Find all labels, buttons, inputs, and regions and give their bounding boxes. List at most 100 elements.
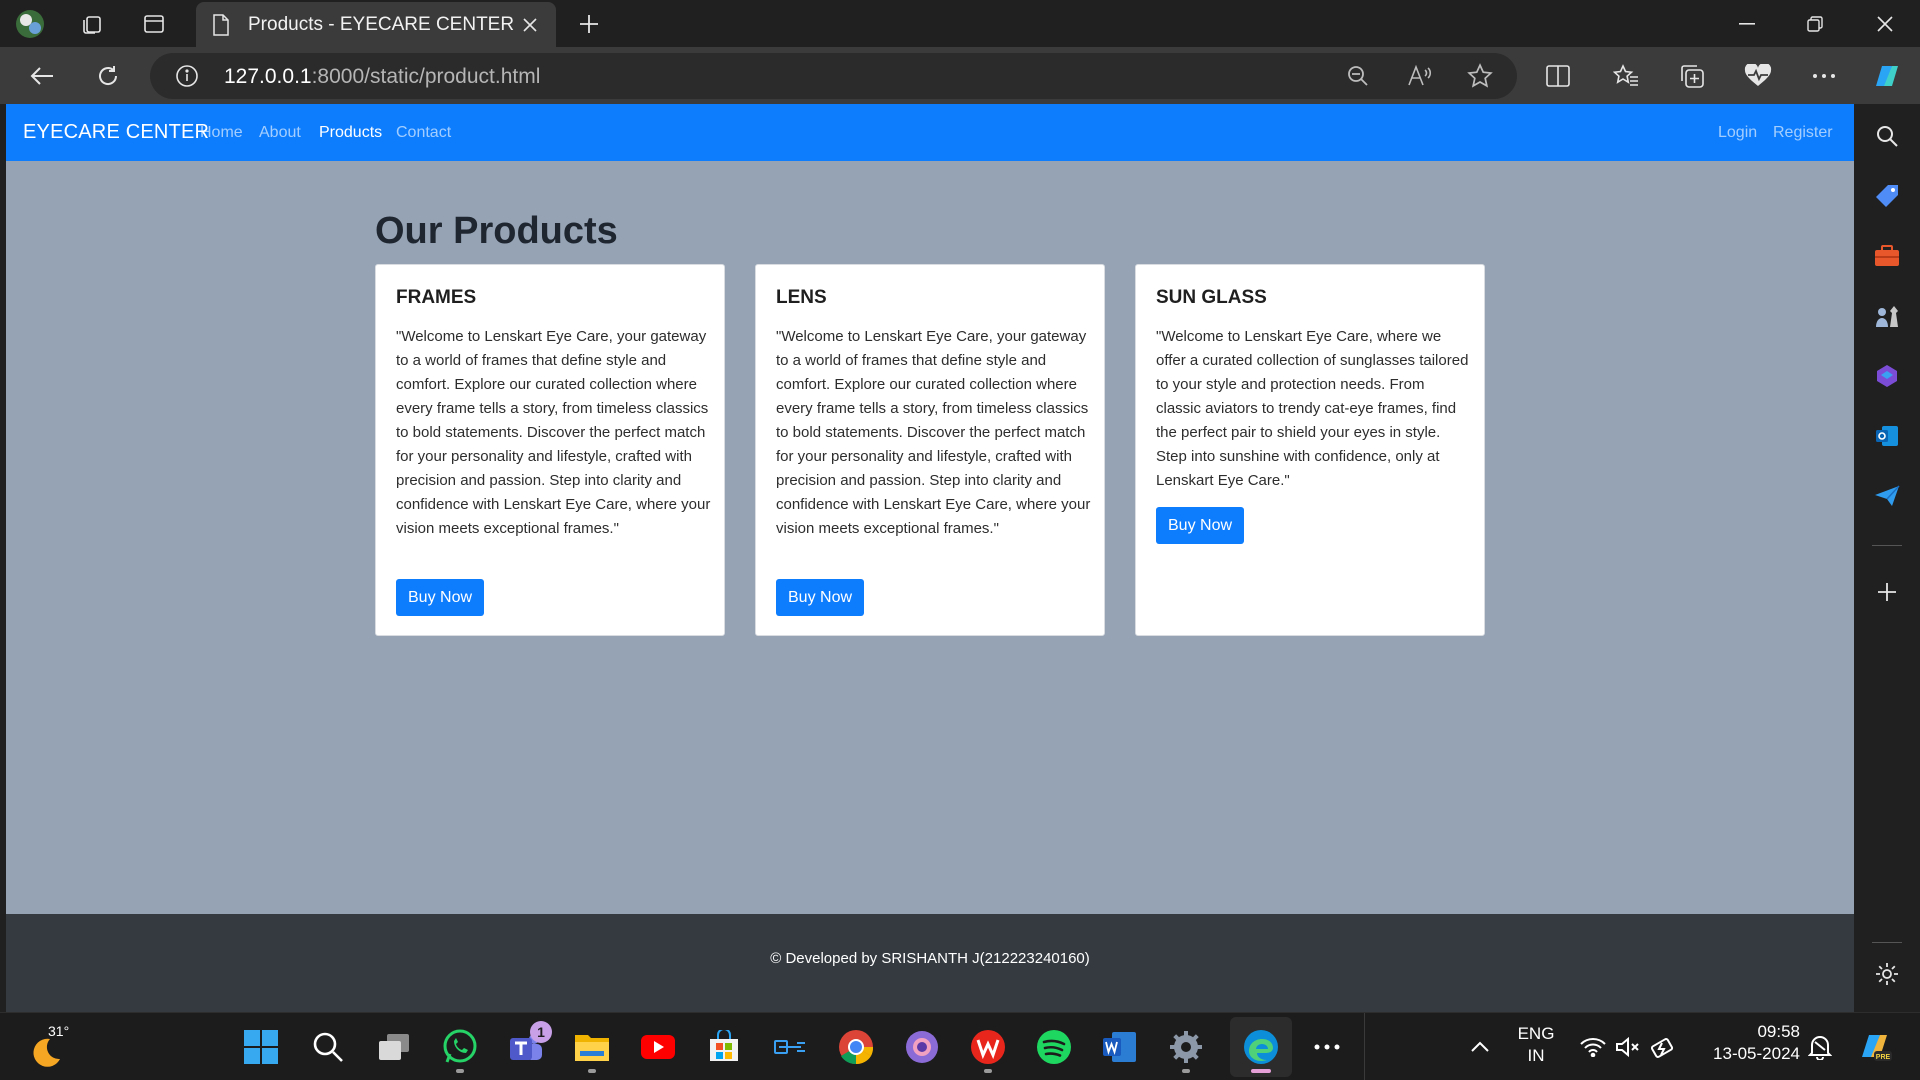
page-viewport: EYECARE CENTER Home About Products Conta… bbox=[6, 104, 1854, 1012]
battery-charging-icon[interactable] bbox=[1644, 1027, 1684, 1067]
sidebar-settings-icon[interactable] bbox=[1869, 956, 1905, 992]
copilot-icon[interactable] bbox=[1868, 58, 1904, 94]
svg-text:PRE: PRE bbox=[1876, 1054, 1891, 1061]
card-text: "Welcome to Lenskart Eye Care, where we … bbox=[1156, 328, 1469, 489]
add-sidebar-app-icon[interactable] bbox=[1869, 574, 1905, 610]
page-title: Our Products bbox=[375, 210, 618, 252]
favorites-icon[interactable] bbox=[1608, 58, 1644, 94]
power-automate-icon[interactable] bbox=[770, 1027, 810, 1067]
sidebar-divider bbox=[1872, 545, 1902, 546]
task-view-icon[interactable] bbox=[374, 1027, 414, 1067]
microsoft-365-icon[interactable] bbox=[1869, 358, 1905, 394]
profile-avatar-icon[interactable] bbox=[14, 8, 46, 40]
vpn-browser-icon[interactable] bbox=[902, 1027, 942, 1067]
product-card-lens: LENS "Welcome to Lenskart Eye Care, your… bbox=[755, 264, 1105, 636]
product-card-frames: FRAMES "Welcome to Lenskart Eye Care, yo… bbox=[375, 264, 725, 636]
address-bar[interactable]: 127.0.0.1:8000/static/product.html bbox=[150, 53, 1517, 99]
taskbar-separator bbox=[1364, 1013, 1365, 1080]
browser-essentials-icon[interactable] bbox=[1740, 58, 1776, 94]
buy-now-button[interactable]: Buy Now bbox=[1156, 507, 1245, 544]
site-navbar: EYECARE CENTER Home About Products Conta… bbox=[6, 104, 1854, 161]
edge-browser-icon[interactable] bbox=[1241, 1027, 1281, 1067]
search-icon[interactable] bbox=[1869, 118, 1905, 154]
games-icon[interactable] bbox=[1869, 298, 1905, 334]
youtube-icon[interactable] bbox=[638, 1027, 678, 1067]
show-hidden-icons-chevron-icon[interactable] bbox=[1460, 1027, 1500, 1067]
app-running-indicator bbox=[588, 1069, 596, 1073]
word-icon[interactable] bbox=[1100, 1027, 1140, 1067]
language-indicator[interactable]: ENG IN bbox=[1512, 1024, 1560, 1066]
refresh-icon[interactable] bbox=[90, 58, 126, 94]
nav-link-login[interactable]: Login bbox=[1718, 124, 1757, 142]
shopping-tag-icon[interactable] bbox=[1869, 178, 1905, 214]
start-windows-icon[interactable] bbox=[241, 1027, 281, 1067]
nav-link-products[interactable]: Products bbox=[319, 124, 382, 142]
read-aloud-icon[interactable] bbox=[1406, 62, 1434, 90]
app-running-indicator bbox=[984, 1069, 992, 1073]
microsoft-store-icon[interactable] bbox=[704, 1027, 744, 1067]
weather-widget[interactable]: 31° bbox=[28, 1023, 88, 1073]
settings-gear-icon[interactable] bbox=[1166, 1027, 1206, 1067]
document-icon bbox=[210, 13, 232, 36]
footer-text: © Developed by SRISHANTH J(212223240160) bbox=[770, 950, 1090, 967]
moon-weather-icon bbox=[33, 1038, 60, 1067]
product-card-sun-glass: SUN GLASS "Welcome to Lenskart Eye Care,… bbox=[1135, 264, 1485, 636]
tab-products[interactable]: Products - EYECARE CENTER bbox=[196, 2, 556, 47]
nav-link-home[interactable]: Home bbox=[200, 124, 243, 142]
nav-link-register[interactable]: Register bbox=[1773, 124, 1833, 142]
clock-time: 09:58 bbox=[1757, 1022, 1800, 1041]
workspaces-icon[interactable] bbox=[76, 8, 108, 40]
show-more-apps-icon[interactable] bbox=[1307, 1027, 1347, 1067]
search-taskbar-icon[interactable] bbox=[308, 1027, 348, 1067]
spotify-icon[interactable] bbox=[1034, 1027, 1074, 1067]
whatsapp-icon[interactable] bbox=[440, 1027, 480, 1067]
site-brand[interactable]: EYECARE CENTER bbox=[23, 121, 209, 144]
tab-title: Products - EYECARE CENTER bbox=[248, 13, 515, 35]
new-tab-icon[interactable] bbox=[573, 8, 605, 40]
browser-toolbar: 127.0.0.1:8000/static/product.html bbox=[0, 47, 1920, 104]
nav-link-about[interactable]: About bbox=[259, 124, 301, 142]
more-options-icon[interactable] bbox=[1806, 58, 1842, 94]
close-window-icon[interactable] bbox=[1852, 0, 1918, 47]
wps-office-icon[interactable] bbox=[968, 1027, 1008, 1067]
temperature-text: 31° bbox=[48, 1023, 70, 1039]
url-path: :8000/static/product.html bbox=[311, 65, 541, 88]
volume-muted-icon[interactable] bbox=[1608, 1027, 1648, 1067]
file-explorer-icon[interactable] bbox=[572, 1027, 612, 1067]
card-title: FRAMES bbox=[396, 287, 477, 308]
app-running-indicator bbox=[456, 1069, 464, 1073]
zoom-out-icon[interactable] bbox=[1344, 62, 1372, 90]
buy-now-button[interactable]: Buy Now bbox=[396, 579, 485, 616]
collections-icon[interactable] bbox=[1674, 58, 1710, 94]
sidebar-divider bbox=[1872, 942, 1902, 943]
badge-count: 1 bbox=[537, 1024, 545, 1040]
wifi-icon[interactable] bbox=[1573, 1027, 1613, 1067]
back-icon[interactable] bbox=[24, 58, 60, 94]
url-text[interactable]: 127.0.0.1:8000/static/product.html bbox=[224, 65, 540, 89]
outlook-icon[interactable] bbox=[1869, 418, 1905, 454]
restore-icon[interactable] bbox=[1782, 0, 1848, 47]
edge-sidebar bbox=[1854, 104, 1920, 1012]
language-line-1: ENG bbox=[1517, 1024, 1555, 1043]
buy-now-button[interactable]: Buy Now bbox=[776, 579, 865, 616]
tools-briefcase-icon[interactable] bbox=[1869, 238, 1905, 274]
close-tab-icon[interactable] bbox=[518, 13, 542, 37]
favorite-star-icon[interactable] bbox=[1466, 62, 1494, 90]
minimize-icon[interactable] bbox=[1714, 0, 1780, 47]
card-title: SUN GLASS bbox=[1156, 287, 1267, 308]
card-title: LENS bbox=[776, 287, 827, 308]
drop-send-icon[interactable] bbox=[1869, 478, 1905, 514]
clock-date: 13-05-2024 bbox=[1713, 1044, 1800, 1063]
nav-link-contact[interactable]: Contact bbox=[396, 124, 451, 142]
clock[interactable]: 09:58 13-05-2024 bbox=[1696, 1022, 1800, 1064]
card-text: "Welcome to Lenskart Eye Care, your gate… bbox=[396, 328, 711, 537]
teams-notification-badge: 1 bbox=[530, 1021, 552, 1043]
split-screen-icon[interactable] bbox=[1540, 58, 1576, 94]
site-info-icon[interactable] bbox=[175, 64, 199, 88]
language-line-2: IN bbox=[1527, 1046, 1545, 1065]
copilot-preview-icon[interactable]: PRE bbox=[1854, 1027, 1894, 1067]
chrome-icon[interactable] bbox=[836, 1027, 876, 1067]
tab-actions-icon[interactable] bbox=[138, 8, 170, 40]
notifications-bell-icon[interactable] bbox=[1800, 1027, 1840, 1067]
url-host: 127.0.0.1 bbox=[224, 65, 312, 88]
